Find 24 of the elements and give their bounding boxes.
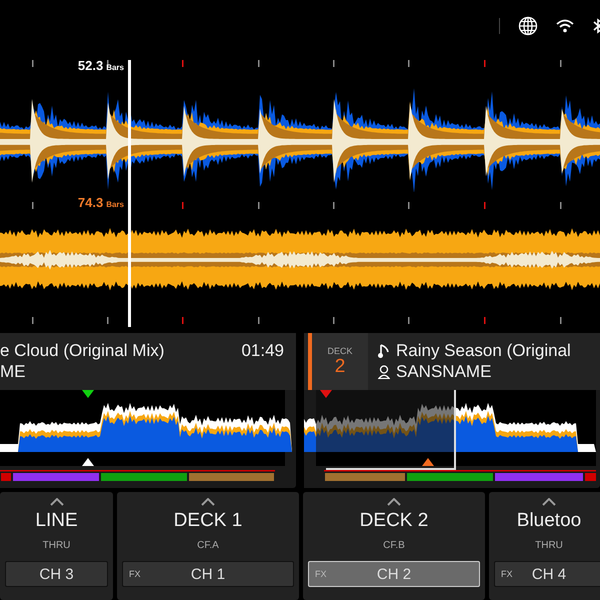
track-time: 01:49	[241, 341, 284, 361]
channel-source: Bluetoo	[516, 510, 582, 532]
channel-assign-button[interactable]: FX CH 1	[122, 561, 294, 587]
channel-source: DECK 1	[174, 510, 242, 532]
channel-source: LINE	[35, 510, 78, 532]
fx-label: FX	[501, 569, 513, 579]
track-artist: ME	[0, 362, 26, 382]
bars-position-label: 74.3 Bars	[78, 195, 124, 210]
channel-mode: THRU	[42, 540, 70, 551]
fx-label: FX	[315, 569, 327, 579]
channel-assign-button[interactable]: CH 3	[5, 561, 108, 587]
channel-assign-button[interactable]: FX CH 2	[308, 561, 480, 587]
deck-number: 2	[334, 356, 346, 378]
track-title: Rainy Season (Original	[396, 341, 571, 361]
fx-label: FX	[129, 569, 141, 579]
channel-source: DECK 2	[360, 510, 428, 532]
channel-assign-button[interactable]: FX CH 4	[494, 561, 600, 587]
deck-label: DECK	[327, 346, 352, 356]
channel-mode: CF.A	[197, 540, 219, 551]
bars-position-label: 52.3 Bars	[78, 58, 124, 73]
track-title: e Cloud (Original Mix)	[0, 341, 164, 361]
channel-mode: CF.B	[383, 540, 405, 551]
channel-mode: THRU	[535, 540, 563, 551]
track-artist: SANSNAME	[396, 362, 492, 382]
